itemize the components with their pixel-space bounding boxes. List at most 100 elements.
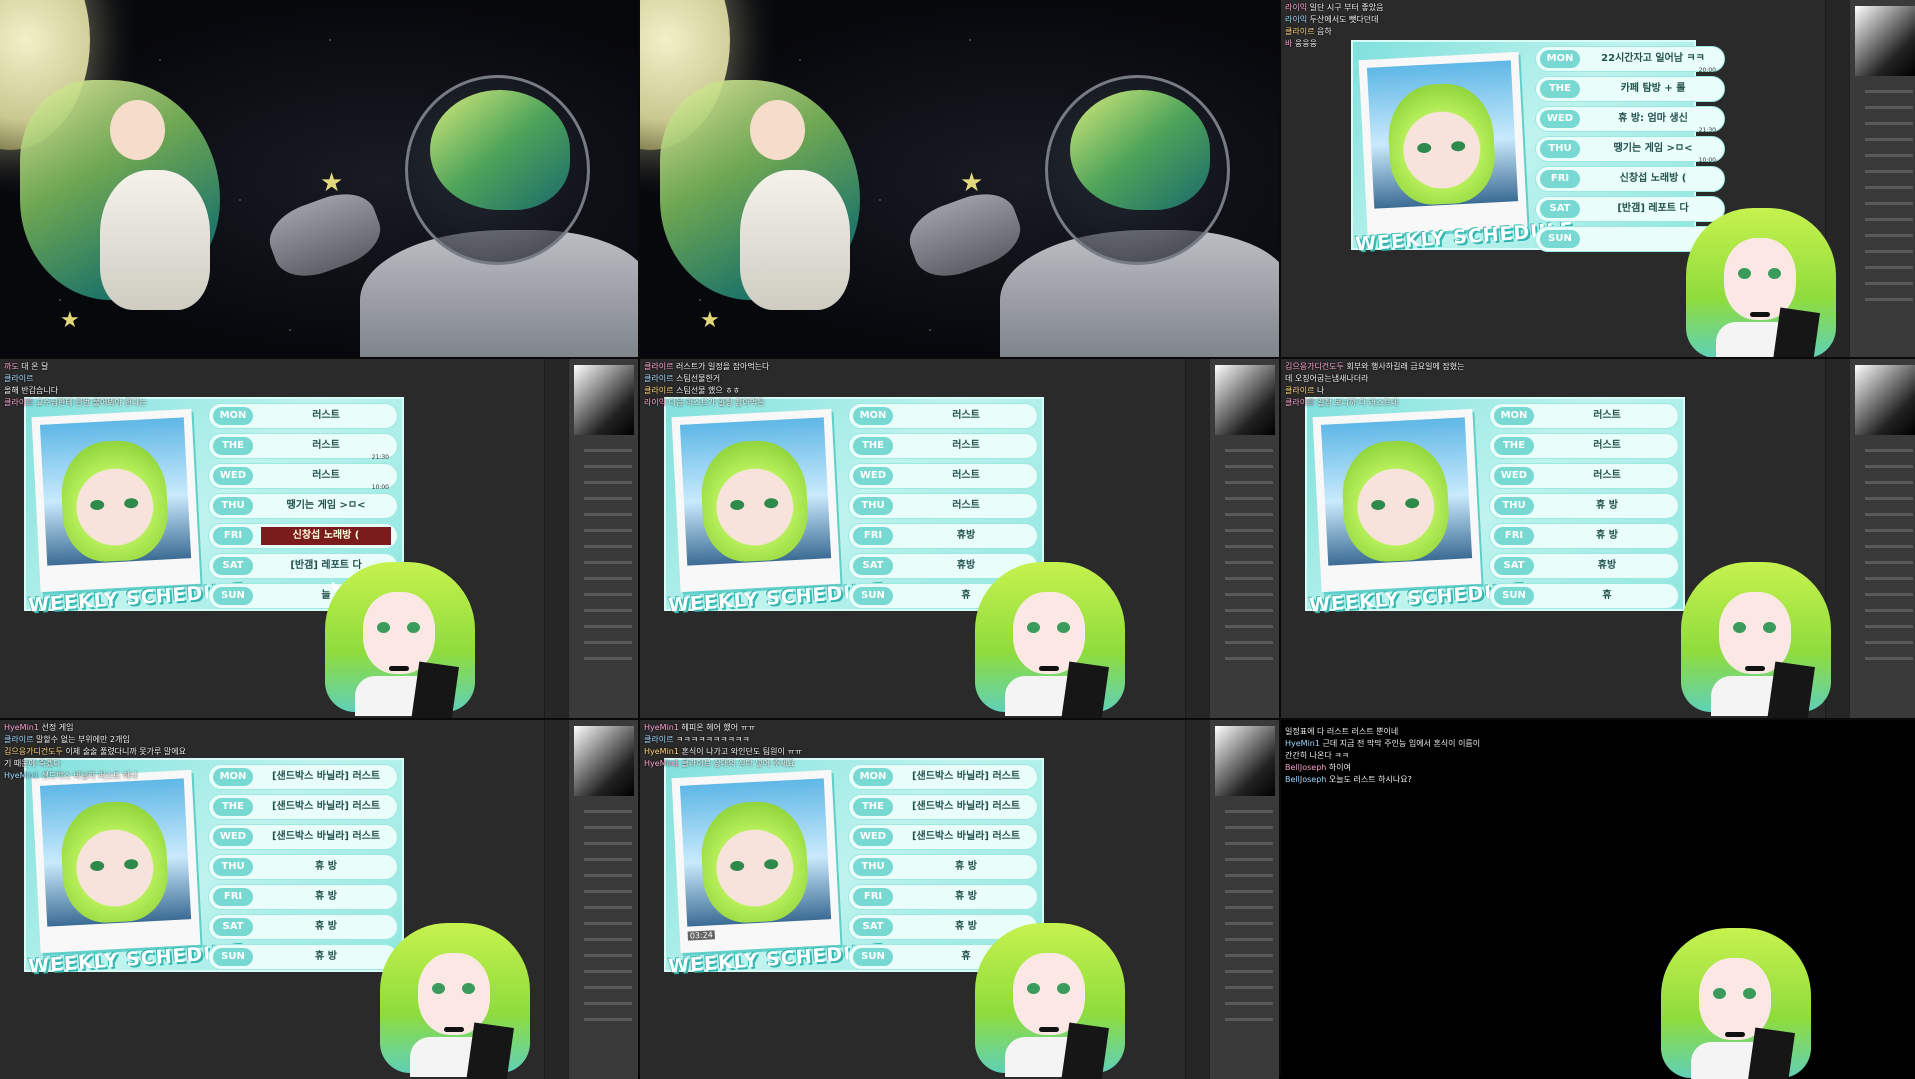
layer-row[interactable]	[1865, 154, 1913, 157]
properties-panel[interactable]	[1209, 359, 1279, 718]
event-text[interactable]: 신창섭 노래방 (	[261, 527, 391, 545]
layer-row[interactable]	[1225, 874, 1273, 877]
layer-row[interactable]	[584, 609, 632, 612]
layer-row[interactable]	[584, 641, 632, 644]
layer-row[interactable]	[584, 954, 632, 957]
layer-row[interactable]	[1865, 122, 1913, 125]
layer-row[interactable]	[1225, 954, 1273, 957]
layer-row[interactable]	[1865, 90, 1913, 93]
layer-row[interactable]	[584, 561, 632, 564]
layer-row[interactable]	[584, 858, 632, 861]
event-text[interactable]: 휴 방	[261, 918, 391, 936]
layer-row[interactable]	[1865, 106, 1913, 109]
layer-row[interactable]	[1865, 545, 1913, 548]
layer-row[interactable]	[1225, 497, 1273, 500]
event-text[interactable]: 러스트	[261, 467, 391, 485]
layer-row[interactable]	[1225, 529, 1273, 532]
layer-row[interactable]	[1225, 609, 1273, 612]
layer-row[interactable]	[1865, 465, 1913, 468]
event-text[interactable]: 휴방	[1542, 557, 1672, 575]
schedule-row[interactable]: SUN 휴 방	[208, 944, 398, 970]
layer-row[interactable]	[584, 449, 632, 452]
layer-row[interactable]	[1225, 890, 1273, 893]
layer-row[interactable]	[1225, 810, 1273, 813]
layer-row[interactable]	[1225, 465, 1273, 468]
layer-row[interactable]	[584, 529, 632, 532]
schedule-row[interactable]: WED 러스트	[848, 463, 1038, 489]
event-text[interactable]: 땡기는 게임 >ㅁ<	[1588, 140, 1718, 158]
event-text[interactable]: 러스트	[1542, 467, 1672, 485]
layer-row[interactable]	[1225, 545, 1273, 548]
schedule-row[interactable]: THU 휴 방	[208, 854, 398, 880]
event-text[interactable]: 러스트	[1542, 437, 1672, 455]
layer-row[interactable]	[584, 593, 632, 596]
color-picker[interactable]	[1215, 726, 1275, 796]
layer-row[interactable]	[584, 874, 632, 877]
layer-row[interactable]	[584, 922, 632, 925]
layer-row[interactable]	[1225, 922, 1273, 925]
layer-row[interactable]	[1865, 593, 1913, 596]
properties-panel[interactable]	[1209, 720, 1279, 1079]
layer-row[interactable]	[584, 657, 632, 660]
layer-row[interactable]	[1225, 1018, 1273, 1021]
layer-row[interactable]	[1225, 593, 1273, 596]
event-text[interactable]: 휴 방	[1542, 497, 1672, 515]
schedule-row[interactable]: THE [샌드박스 바닐라] 러스트	[848, 794, 1038, 820]
event-text[interactable]: 러스트	[901, 497, 1031, 515]
event-text[interactable]: 휴	[1542, 587, 1672, 605]
layer-row[interactable]	[1865, 218, 1913, 221]
event-text[interactable]: [샌드박스 바닐라] 러스트	[261, 828, 391, 846]
layer-row[interactable]	[1865, 202, 1913, 205]
layer-row[interactable]	[584, 890, 632, 893]
schedule-row[interactable]: WED 러스트 21:30	[208, 454, 398, 489]
schedule-row[interactable]: THE [샌드박스 바닐라] 러스트	[208, 794, 398, 820]
layer-row[interactable]	[584, 481, 632, 484]
schedule-row[interactable]: THU 러스트	[848, 493, 1038, 519]
properties-panel[interactable]	[1849, 359, 1915, 718]
color-picker[interactable]	[1215, 365, 1275, 435]
layer-row[interactable]	[584, 545, 632, 548]
layer-row[interactable]	[1865, 561, 1913, 564]
layer-row[interactable]	[584, 497, 632, 500]
schedule-row[interactable]: SAT 휴 방	[208, 914, 398, 940]
layer-row[interactable]	[1225, 657, 1273, 660]
layer-row[interactable]	[584, 938, 632, 941]
layer-row[interactable]	[584, 577, 632, 580]
schedule-canvas[interactable]: WEEKLY SCHEDULE MON [샌드박스 바닐라] 러스트 THE [샌드박스…	[24, 758, 404, 978]
event-text[interactable]: 휴 방	[261, 948, 391, 966]
schedule-row[interactable]: FRI 휴방	[848, 523, 1038, 549]
schedule-canvas[interactable]: WEEKLY SCHEDULE MON 러스트 THE 러스트 WED 러스트 THU 휴 방F…	[1305, 397, 1685, 617]
layer-row[interactable]	[1865, 481, 1913, 484]
event-text[interactable]: 러스트	[901, 437, 1031, 455]
event-text[interactable]: 러스트	[901, 467, 1031, 485]
schedule-row[interactable]: FRI 휴 방	[1489, 523, 1679, 549]
layer-row[interactable]	[1225, 970, 1273, 973]
schedule-row[interactable]: THE 카페 탐방 + 롤 20:00	[1535, 67, 1725, 102]
layer-row[interactable]	[584, 1018, 632, 1021]
schedule-row[interactable]: FRI 신창섭 노래방 (10:00	[1535, 157, 1725, 192]
layer-row[interactable]	[584, 826, 632, 829]
layer-row[interactable]	[1225, 561, 1273, 564]
schedule-row[interactable]: SUN 휴	[1489, 583, 1679, 609]
schedule-row[interactable]: THU 휴 방	[1489, 493, 1679, 519]
event-text[interactable]: 땡기는 게임 >ㅁ<	[261, 497, 391, 515]
schedule-row[interactable]: WED [샌드박스 바닐라] 러스트	[208, 824, 398, 850]
event-text[interactable]: 러스트	[1542, 407, 1672, 425]
event-text[interactable]: 카페 탐방 + 롤	[1588, 80, 1718, 98]
layer-row[interactable]	[1865, 138, 1913, 141]
layer-row[interactable]	[584, 906, 632, 909]
event-text[interactable]: 신창섭 노래방 (	[1588, 170, 1718, 188]
schedule-row[interactable]: FRI 휴 방	[848, 884, 1038, 910]
layer-row[interactable]	[1865, 529, 1913, 532]
properties-panel[interactable]	[1849, 0, 1915, 357]
event-text[interactable]: 휴 방: 엄마 생신	[1588, 110, 1718, 128]
event-text[interactable]: 러스트	[261, 437, 391, 455]
schedule-row[interactable]: THU 땡기는 게임 >ㅁ< 10:00	[208, 484, 398, 519]
layer-row[interactable]	[584, 513, 632, 516]
layer-row[interactable]	[584, 842, 632, 845]
layer-row[interactable]	[584, 1002, 632, 1005]
schedule-row[interactable]: WED 러스트	[1489, 463, 1679, 489]
layer-row[interactable]	[1865, 625, 1913, 628]
schedule-row[interactable]: THE 러스트	[1489, 433, 1679, 459]
layer-row[interactable]	[1225, 826, 1273, 829]
